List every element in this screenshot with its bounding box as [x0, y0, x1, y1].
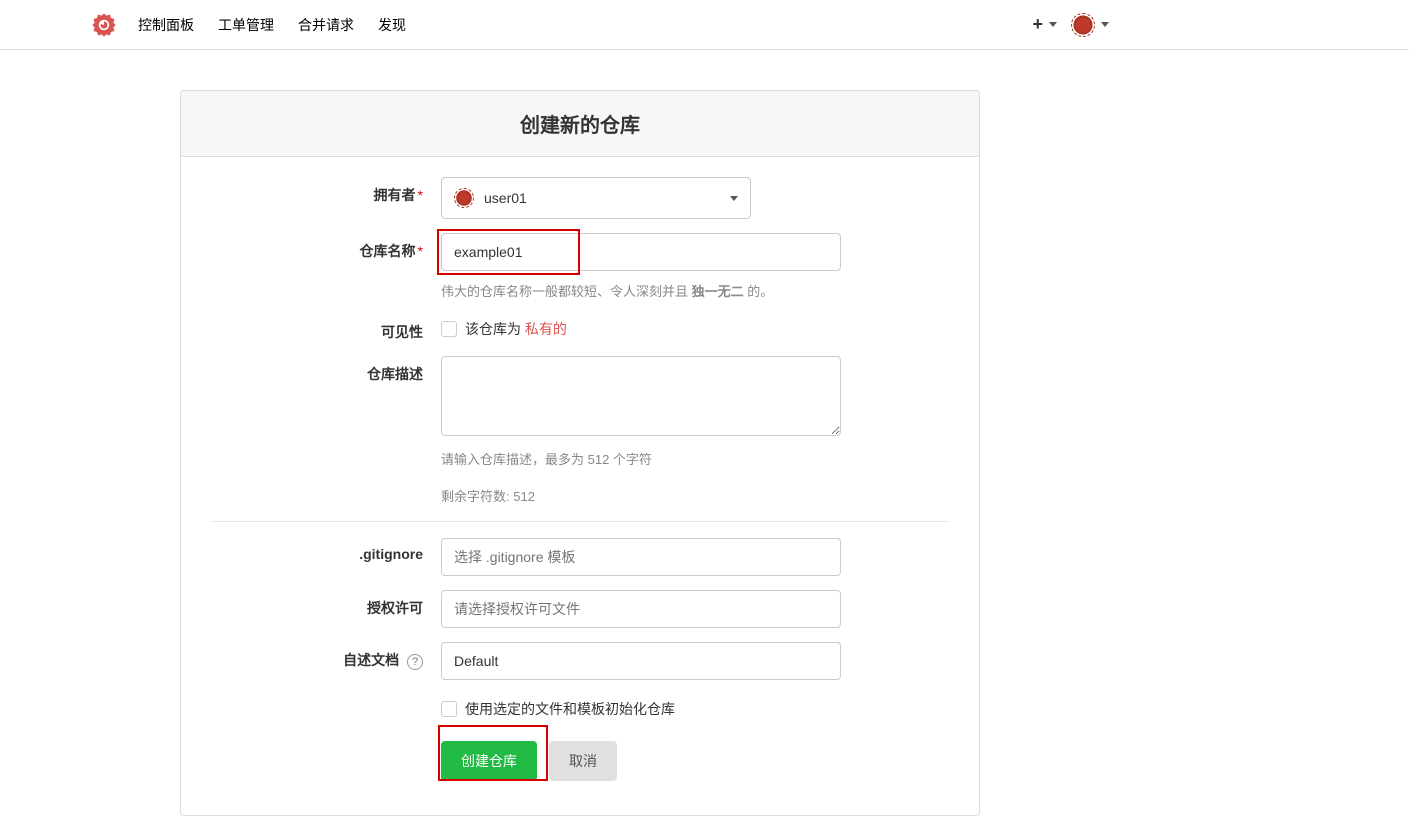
panel-header: 创建新的仓库 [181, 91, 979, 157]
visibility-checkbox[interactable] [441, 321, 457, 337]
create-menu[interactable]: + [1032, 14, 1057, 35]
user-menu[interactable] [1071, 13, 1109, 37]
init-checkbox-label: 使用选定的文件和模板初始化仓库 [465, 699, 675, 719]
description-help2: 剩余字符数: 512 [441, 486, 841, 505]
owner-dropdown[interactable]: user01 [441, 177, 751, 219]
caret-down-icon [1049, 22, 1057, 27]
visibility-text: 该仓库为 私有的 [465, 319, 567, 339]
avatar [1071, 13, 1095, 37]
license-row: 授权许可 [211, 590, 949, 628]
nav-merge-requests[interactable]: 合并请求 [298, 15, 354, 35]
plus-icon: + [1032, 14, 1043, 35]
repo-name-input[interactable] [441, 233, 841, 271]
description-label: 仓库描述 [367, 366, 423, 382]
gitignore-select[interactable] [441, 538, 841, 576]
navbar: 控制面板 工单管理 合并请求 发现 + [0, 0, 1409, 50]
description-row: 仓库描述 请输入仓库描述，最多为 512 个字符 剩余字符数: 512 [211, 356, 949, 505]
owner-label: 拥有者 [374, 187, 416, 203]
nav-explore[interactable]: 发现 [378, 15, 406, 35]
nav-dashboard[interactable]: 控制面板 [138, 15, 194, 35]
description-help1: 请输入仓库描述，最多为 512 个字符 [441, 449, 841, 468]
caret-down-icon [730, 196, 738, 201]
logo-icon [90, 11, 118, 39]
license-label: 授权许可 [367, 600, 423, 616]
visibility-row: 可见性 该仓库为 私有的 [211, 314, 949, 342]
caret-down-icon [1101, 22, 1109, 27]
avatar [454, 188, 474, 208]
panel-title: 创建新的仓库 [199, 109, 961, 138]
readme-select[interactable] [441, 642, 841, 680]
readme-row: 自述文档 ? [211, 642, 949, 680]
help-icon[interactable]: ? [407, 654, 423, 670]
owner-dropdown-value: user01 [484, 190, 527, 206]
init-checkbox[interactable] [441, 701, 457, 717]
readme-label: 自述文档 [343, 652, 399, 668]
required-mark: * [418, 243, 423, 259]
repo-name-help: 伟大的仓库名称一般都较短、令人深刻并且 独一无二 的。 [441, 281, 841, 300]
required-mark: * [418, 187, 423, 203]
license-select[interactable] [441, 590, 841, 628]
init-row: 使用选定的文件和模板初始化仓库 [211, 694, 949, 719]
cancel-button[interactable]: 取消 [549, 741, 617, 781]
create-repo-button[interactable]: 创建仓库 [441, 741, 537, 781]
divider [211, 521, 949, 522]
description-textarea[interactable] [441, 356, 841, 436]
create-repo-panel: 创建新的仓库 拥有者* user01 仓库名称* [180, 90, 980, 816]
nav-issues[interactable]: 工单管理 [218, 15, 274, 35]
visibility-label: 可见性 [381, 324, 423, 340]
button-row: 创建仓库 取消 [211, 733, 949, 781]
gitignore-label: .gitignore [359, 546, 423, 562]
repo-name-label: 仓库名称 [360, 243, 416, 259]
nav-links: 控制面板 工单管理 合并请求 发现 [138, 15, 406, 35]
repo-name-row: 仓库名称* 伟大的仓库名称一般都较短、令人深刻并且 独一无二 的。 [211, 233, 949, 300]
gitignore-row: .gitignore [211, 538, 949, 576]
owner-row: 拥有者* user01 [211, 177, 949, 219]
